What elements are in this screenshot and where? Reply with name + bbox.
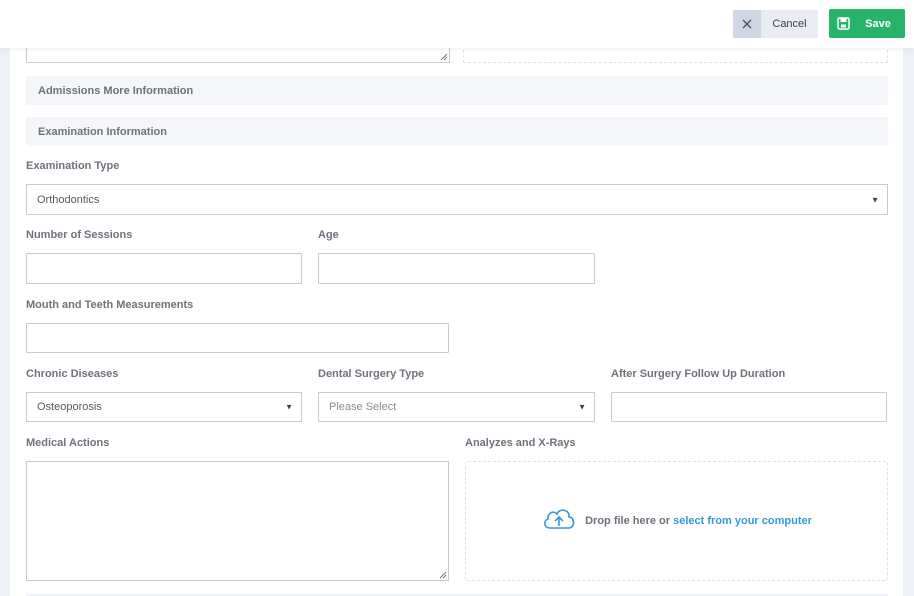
examination-type-value: Orthodontics: [37, 193, 100, 206]
medical-actions-textarea[interactable]: [26, 461, 449, 581]
resize-grip-icon[interactable]: [439, 571, 447, 579]
dental-surgery-type-label: Dental Surgery Type: [318, 368, 425, 380]
section-admissions-more-information[interactable]: Admissions More Information: [26, 76, 888, 105]
dental-surgery-type-placeholder: Please Select: [329, 401, 397, 413]
caret-down-icon: ▼: [578, 402, 586, 412]
examination-type-label: Examination Type: [26, 160, 120, 172]
analyzes-xrays-dropzone[interactable]: Drop file here or select from your compu…: [465, 461, 888, 581]
number-of-sessions-label: Number of Sessions: [26, 229, 133, 241]
after-surgery-duration-label: After Surgery Follow Up Duration: [611, 368, 786, 380]
age-input[interactable]: [318, 253, 595, 284]
medical-actions-label: Medical Actions: [26, 437, 110, 449]
dropzone-text-prefix: Drop file here or: [585, 515, 671, 527]
age-label: Age: [318, 229, 339, 241]
mouth-teeth-measurements-label: Mouth and Teeth Measurements: [26, 299, 194, 311]
cloud-upload-icon: [541, 506, 577, 537]
select-from-computer-link[interactable]: select from your computer: [673, 515, 812, 527]
section-examination-information[interactable]: Examination Information: [26, 117, 888, 146]
number-of-sessions-input[interactable]: [26, 253, 302, 284]
save-button[interactable]: Save: [829, 9, 905, 38]
top-action-bar: Cancel Save: [0, 0, 914, 48]
mouth-teeth-measurements-input[interactable]: [26, 323, 449, 353]
chronic-diseases-select[interactable]: Osteoporosis ▼: [26, 392, 302, 422]
dropzone-text: Drop file here or select from your compu…: [585, 515, 812, 527]
save-icon: [829, 9, 857, 38]
chronic-diseases-label: Chronic Diseases: [26, 368, 119, 380]
analyzes-xrays-label: Analyzes and X-Rays: [465, 437, 576, 449]
after-surgery-duration-input[interactable]: [611, 392, 887, 422]
caret-down-icon: ▼: [285, 402, 293, 412]
caret-down-icon: ▼: [871, 195, 879, 204]
cancel-button[interactable]: Cancel: [733, 10, 818, 38]
save-button-label: Save: [865, 17, 891, 30]
examination-type-select[interactable]: Orthodontics ▼: [26, 184, 888, 215]
close-icon: [733, 10, 761, 38]
resize-grip-icon[interactable]: [440, 53, 448, 61]
form-panel: Admissions More Information Examination …: [10, 0, 903, 596]
dental-surgery-type-select[interactable]: Please Select ▼: [318, 392, 595, 422]
chronic-diseases-value: Osteoporosis: [37, 401, 102, 413]
cancel-button-label: Cancel: [772, 18, 807, 30]
